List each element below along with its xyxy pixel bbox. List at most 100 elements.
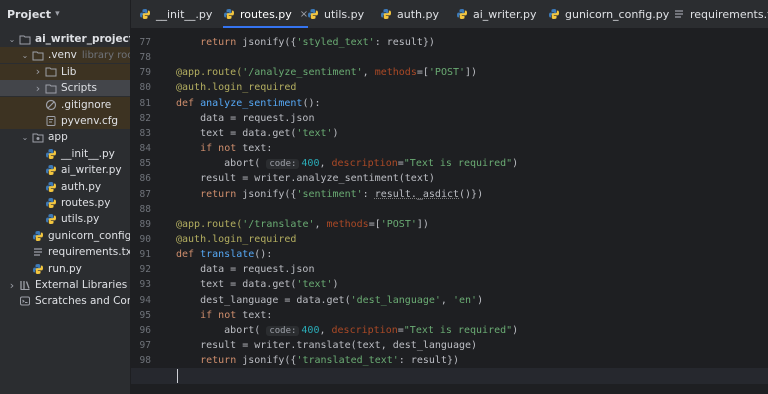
tree-item[interactable]: run.py [0, 261, 130, 277]
chevron-down-icon[interactable]: ⌄ [20, 51, 30, 60]
code-token: data = request.json [176, 112, 315, 124]
code-token: text: [236, 309, 273, 321]
tab-label: auth.py [397, 7, 439, 21]
tree-item[interactable]: ⌄ .venv library root [0, 47, 130, 64]
tree-item[interactable]: __init__.py [0, 146, 130, 162]
code-line[interactable]: if not text: [176, 141, 768, 157]
chevron-right-icon[interactable]: › [7, 279, 17, 292]
code-token: ) [332, 279, 339, 291]
code-token: 'text' [296, 279, 333, 291]
python-file-icon [45, 181, 57, 193]
code-line[interactable]: result = writer.analyze_sentiment(text) [176, 171, 768, 187]
code-line[interactable] [176, 368, 768, 384]
code-token: jsonify({ [236, 188, 297, 200]
chevron-right-icon[interactable]: › [33, 82, 43, 95]
code-token: , [314, 218, 327, 230]
editor-tab[interactable]: requirements.txt [673, 0, 768, 28]
chevron-down-icon[interactable]: ⌄ [7, 35, 17, 44]
code-token: "Text is required" [403, 158, 513, 170]
code-token: 'styled_text' [296, 37, 375, 48]
python-file-icon [380, 8, 392, 20]
editor-tab[interactable]: gunicorn_config.py [548, 0, 669, 28]
code-token: '/analyze_sentiment' [242, 67, 363, 79]
code-token: : [362, 188, 375, 200]
code-line[interactable]: data = request.json [176, 262, 768, 278]
python-file-icon [45, 213, 57, 225]
tree-item[interactable]: › External Libraries [0, 277, 130, 293]
chevron-down-icon[interactable]: ▾ [55, 9, 60, 19]
code-line[interactable]: @auth.login_required [176, 80, 768, 96]
tree-item[interactable]: pyvenv.cfg [0, 113, 130, 129]
code-area[interactable]: return jsonify({'styled_text': result}) @… [131, 28, 768, 394]
code-line[interactable]: return jsonify({'styled_text': result}) [176, 35, 768, 51]
code-line[interactable] [176, 50, 768, 66]
tree-item[interactable]: › Lib [0, 63, 130, 80]
code-line[interactable]: return jsonify({'translated_text': resul… [176, 353, 768, 369]
tree-item-label: gunicorn_config.py [48, 229, 131, 242]
tree-item[interactable]: › Scripts [0, 80, 130, 97]
editor-tab[interactable]: utils.py [307, 0, 364, 28]
tree-item[interactable]: gunicorn_config.py [0, 228, 131, 244]
code-token: description [331, 324, 398, 336]
editor-tab[interactable]: auth.py [380, 0, 439, 28]
code-token: abort( [176, 158, 267, 170]
folder-icon [32, 49, 44, 61]
chevron-down-icon[interactable]: ⌄ [20, 133, 30, 142]
code-token: (): [302, 97, 321, 109]
editor-tab[interactable]: routes.py × [223, 0, 309, 28]
tree-item[interactable]: routes.py [0, 195, 130, 211]
code-line[interactable]: @app.route('/analyze_sentiment', methods… [176, 65, 768, 81]
tree-item-label: utils.py [61, 213, 100, 226]
line-number: 96 [139, 324, 151, 336]
code-line[interactable]: data = request.json [176, 111, 768, 127]
tree-item[interactable]: .gitignore [0, 96, 130, 113]
line-number: 84 [139, 143, 151, 155]
tree-item[interactable]: ⌄ai_writer_projectC:\U [0, 31, 130, 47]
tree-item[interactable]: Scratches and Consoles [0, 293, 130, 309]
code-token: , [319, 158, 332, 170]
code-token: result = writer.analyze_sentiment(text) [176, 173, 435, 185]
chevron-right-icon[interactable]: › [33, 65, 43, 78]
code-line[interactable]: @app.route('/translate', methods=['POST'… [176, 217, 768, 233]
line-number: 78 [139, 52, 151, 64]
tree-item[interactable]: requirements.txt [0, 244, 130, 260]
code-line[interactable]: abort( code: 400, description="Text is re… [176, 156, 768, 172]
code-token: jsonify({ [236, 37, 297, 48]
tree-item[interactable]: ⌄ app [0, 129, 130, 145]
code-line[interactable]: @auth.login_required [176, 232, 768, 248]
code-line[interactable]: def translate(): [176, 247, 768, 263]
code-line[interactable]: def analyze_sentiment(): [176, 96, 768, 112]
tree-item-label: Scratches and Consoles [35, 295, 130, 308]
code-token: if [200, 143, 213, 155]
code-line[interactable]: result = writer.translate(text, dest_lan… [176, 338, 768, 354]
line-number: 94 [139, 294, 151, 306]
code-token: ) [512, 158, 519, 170]
project-header[interactable]: Project ▾ [0, 0, 130, 28]
code-token: 'en' [452, 294, 478, 306]
code-line[interactable]: if not text: [176, 308, 768, 324]
code-line[interactable] [176, 202, 768, 218]
code-line[interactable]: abort( code: 400, description="Text is re… [176, 323, 768, 339]
code-line[interactable]: text = data.get('text') [176, 126, 768, 142]
code-line[interactable]: return jsonify({'sentiment': result._asd… [176, 187, 768, 203]
code-token: jsonify({ [236, 355, 297, 367]
code-line[interactable]: dest_language = data.get('dest_language'… [176, 293, 768, 309]
code-line[interactable]: text = data.get('text') [176, 277, 768, 293]
editor-tab[interactable]: __init__.py [139, 0, 212, 28]
python-file-icon [32, 230, 44, 242]
tree-item[interactable]: auth.py [0, 179, 130, 195]
python-file-icon [32, 263, 44, 275]
line-number: 91 [139, 249, 151, 261]
project-tool-window: Project ▾ ⌄ai_writer_projectC:\U⌄.venvli… [0, 0, 131, 394]
gitignore-icon [45, 99, 57, 111]
text-caret [177, 369, 178, 384]
editor-tab[interactable]: ai_writer.py [456, 0, 536, 28]
tree-item-label: .gitignore [61, 98, 112, 111]
tree-item[interactable]: utils.py [0, 211, 130, 227]
tree-item[interactable]: ai_writer.py [0, 162, 130, 178]
tab-label: requirements.txt [690, 7, 768, 21]
tree-item-label: auth.py [61, 180, 102, 193]
line-number: 79 [139, 67, 151, 79]
